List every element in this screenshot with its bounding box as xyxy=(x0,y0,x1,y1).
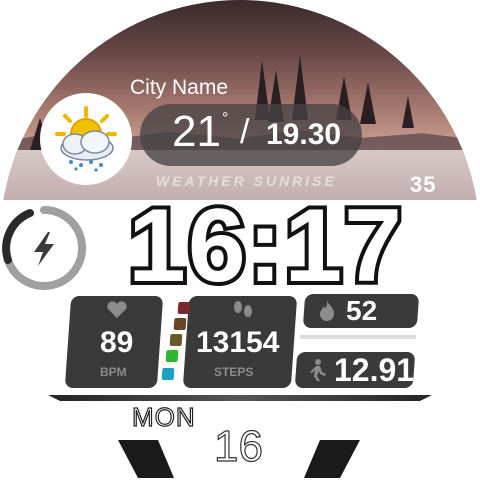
temperature-separator: / xyxy=(240,113,250,151)
progress-dot-1 xyxy=(177,302,191,314)
temperature-value: 21 xyxy=(172,107,221,156)
steps-value: 13154 xyxy=(196,326,280,359)
sunrise-time: 19.30 xyxy=(266,118,342,151)
calorie-progress-line xyxy=(300,335,416,339)
temperature-unit: ° xyxy=(222,110,229,127)
heart-rate-unit: BPM xyxy=(100,365,127,379)
steps-unit: STEPS xyxy=(214,365,254,379)
time-display: 16:17 xyxy=(124,184,406,308)
city-name: City Name xyxy=(130,76,229,99)
progress-dot-5 xyxy=(161,368,175,380)
heart-icon xyxy=(107,301,127,318)
weekday-label: MON xyxy=(131,401,196,432)
bottom-divider xyxy=(48,395,432,401)
calories-value: 52 xyxy=(346,295,378,326)
heart-rate-value: 89 xyxy=(100,326,134,359)
flame-icon xyxy=(320,301,334,321)
progress-dot-3 xyxy=(169,334,183,346)
progress-dot-2 xyxy=(173,318,187,330)
seconds-display: 35 xyxy=(410,172,437,197)
day-of-month: 16 xyxy=(213,421,263,471)
distance-value: 12.91 xyxy=(334,352,415,388)
walking-person-icon xyxy=(310,359,326,381)
right-bezel-decoration xyxy=(304,440,360,478)
partly-cloudy-rain-icon xyxy=(40,93,132,185)
progress-dot-4 xyxy=(165,350,179,362)
footprints-icon xyxy=(234,301,252,317)
battery-indicator[interactable] xyxy=(0,204,88,292)
